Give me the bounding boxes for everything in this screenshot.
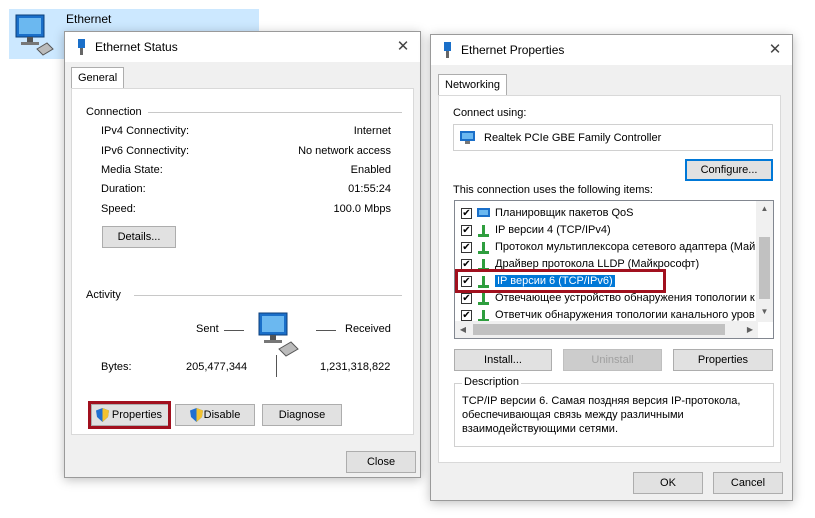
networking-panel: Connect using: Realtek PCIe GBE Family C…: [438, 95, 781, 463]
ok-button[interactable]: OK: [633, 472, 703, 494]
media-state-label: Media State:: [101, 164, 163, 176]
qos-icon: [477, 208, 490, 217]
properties-title-bar: Ethernet Properties ✕: [431, 35, 792, 65]
properties-close-icon[interactable]: ✕: [764, 39, 786, 61]
item-label: Отвечающее устройство обнаружения тополо…: [495, 292, 755, 304]
sent-line: [224, 330, 244, 331]
ethernet-cable-icon: [444, 42, 451, 58]
checkbox[interactable]: ✔: [461, 225, 472, 236]
description-group: Description TCP/IP версии 6. Самая поздн…: [454, 376, 774, 447]
checkbox[interactable]: ✔: [461, 293, 472, 304]
ethernet-properties-window: Ethernet Properties ✕ Networking Connect…: [430, 34, 793, 501]
protocol-icon: [478, 293, 489, 305]
adapter-box: Realtek PCIe GBE Family Controller: [453, 124, 773, 151]
list-item[interactable]: ✔ Планировщик пакетов QoS: [455, 205, 755, 222]
bytes-separator: [276, 355, 277, 377]
list-item[interactable]: ✔ IP версии 4 (TCP/IPv4): [455, 222, 755, 239]
status-window-title: Ethernet Status: [95, 40, 178, 54]
status-title-bar: Ethernet Status ✕: [65, 32, 420, 62]
network-activity-icon: [258, 312, 299, 357]
tab-networking[interactable]: Networking: [438, 74, 508, 96]
received-label: Received: [345, 323, 391, 335]
protocol-icon: [478, 242, 489, 254]
configure-button[interactable]: Configure...: [685, 159, 773, 181]
general-panel: Connection IPv4 Connectivity: Internet I…: [71, 88, 414, 435]
shield-icon: [190, 408, 203, 422]
item-label: Ответчик обнаружения топологии канальног…: [495, 309, 755, 321]
item-label: Планировщик пакетов QoS: [495, 207, 634, 219]
ipv4-label: IPv4 Connectivity:: [101, 125, 190, 137]
speed-value: 100.0 Mbps: [333, 203, 391, 215]
media-state-value: Enabled: [350, 164, 391, 176]
items-label: This connection uses the following items…: [453, 184, 653, 196]
ethernet-cable-icon: [78, 39, 85, 55]
properties-window-title: Ethernet Properties: [461, 43, 565, 57]
scroll-right-icon[interactable]: ▶: [744, 325, 756, 334]
properties-highlight-box: [88, 401, 171, 429]
duration-label: Duration:: [101, 183, 146, 195]
checkbox[interactable]: ✔: [461, 310, 472, 321]
connection-divider: [148, 112, 402, 113]
protocol-icon: [478, 225, 489, 237]
cancel-button[interactable]: Cancel: [713, 472, 783, 494]
network-adapter-icon: [15, 14, 54, 56]
ipv6-value: No network access: [298, 145, 391, 157]
disable-button[interactable]: Disable: [175, 404, 255, 426]
details-button[interactable]: Details...: [102, 226, 176, 248]
bytes-label: Bytes:: [101, 361, 132, 373]
activity-divider: [134, 295, 402, 296]
item-label: IP версии 4 (TCP/IPv4): [495, 224, 611, 236]
list-item[interactable]: ✔ Протокол мультиплексора сетевого адапт…: [455, 239, 755, 256]
checkbox[interactable]: ✔: [461, 208, 472, 219]
scroll-thumb[interactable]: [759, 237, 770, 299]
duration-value: 01:55:24: [348, 183, 391, 195]
bytes-sent-value: 205,477,344: [186, 361, 248, 373]
bytes-received-value: 1,231,318,822: [320, 361, 391, 373]
scroll-left-icon[interactable]: ◀: [457, 325, 469, 334]
speed-label: Speed:: [101, 203, 136, 215]
disable-label: Disable: [203, 409, 241, 421]
protocol-icon: [478, 310, 489, 322]
item-properties-button[interactable]: Properties: [673, 349, 773, 371]
checkbox[interactable]: ✔: [461, 242, 472, 253]
received-line: [316, 330, 336, 331]
ethernet-status-window: Ethernet Status ✕ General Connection IPv…: [64, 31, 421, 478]
vertical-scrollbar[interactable]: ▲ ▼: [756, 201, 773, 322]
scroll-h-thumb[interactable]: [473, 324, 725, 335]
tab-general[interactable]: General: [71, 67, 125, 89]
scroll-up-icon[interactable]: ▲: [756, 204, 773, 213]
network-adapter-icon: [460, 131, 475, 144]
install-button[interactable]: Install...: [454, 349, 552, 371]
sent-label: Sent: [196, 323, 219, 335]
connection-group-label: Connection: [86, 106, 142, 118]
horizontal-scrollbar[interactable]: ◀ ▶: [455, 321, 758, 338]
item-label: Протокол мультиплексора сетевого адаптер…: [495, 241, 756, 253]
uninstall-button[interactable]: Uninstall: [563, 349, 662, 371]
activity-group-label: Activity: [86, 289, 121, 301]
description-label: Description: [462, 376, 522, 388]
ipv6-label: IPv6 Connectivity:: [101, 145, 190, 157]
connect-using-label: Connect using:: [453, 107, 527, 119]
ipv4-value: Internet: [353, 125, 391, 137]
ethernet-label: Ethernet: [66, 12, 112, 26]
ipv6-highlight-box: [455, 269, 666, 293]
scroll-down-icon[interactable]: ▼: [756, 307, 773, 316]
status-close-button[interactable]: Close: [346, 451, 416, 473]
adapter-name: Realtek PCIe GBE Family Controller: [484, 132, 662, 144]
status-close-icon[interactable]: ✕: [392, 36, 414, 58]
description-text: TCP/IP версии 6. Самая поздняя версия IP…: [462, 395, 741, 435]
diagnose-button[interactable]: Diagnose: [262, 404, 342, 426]
